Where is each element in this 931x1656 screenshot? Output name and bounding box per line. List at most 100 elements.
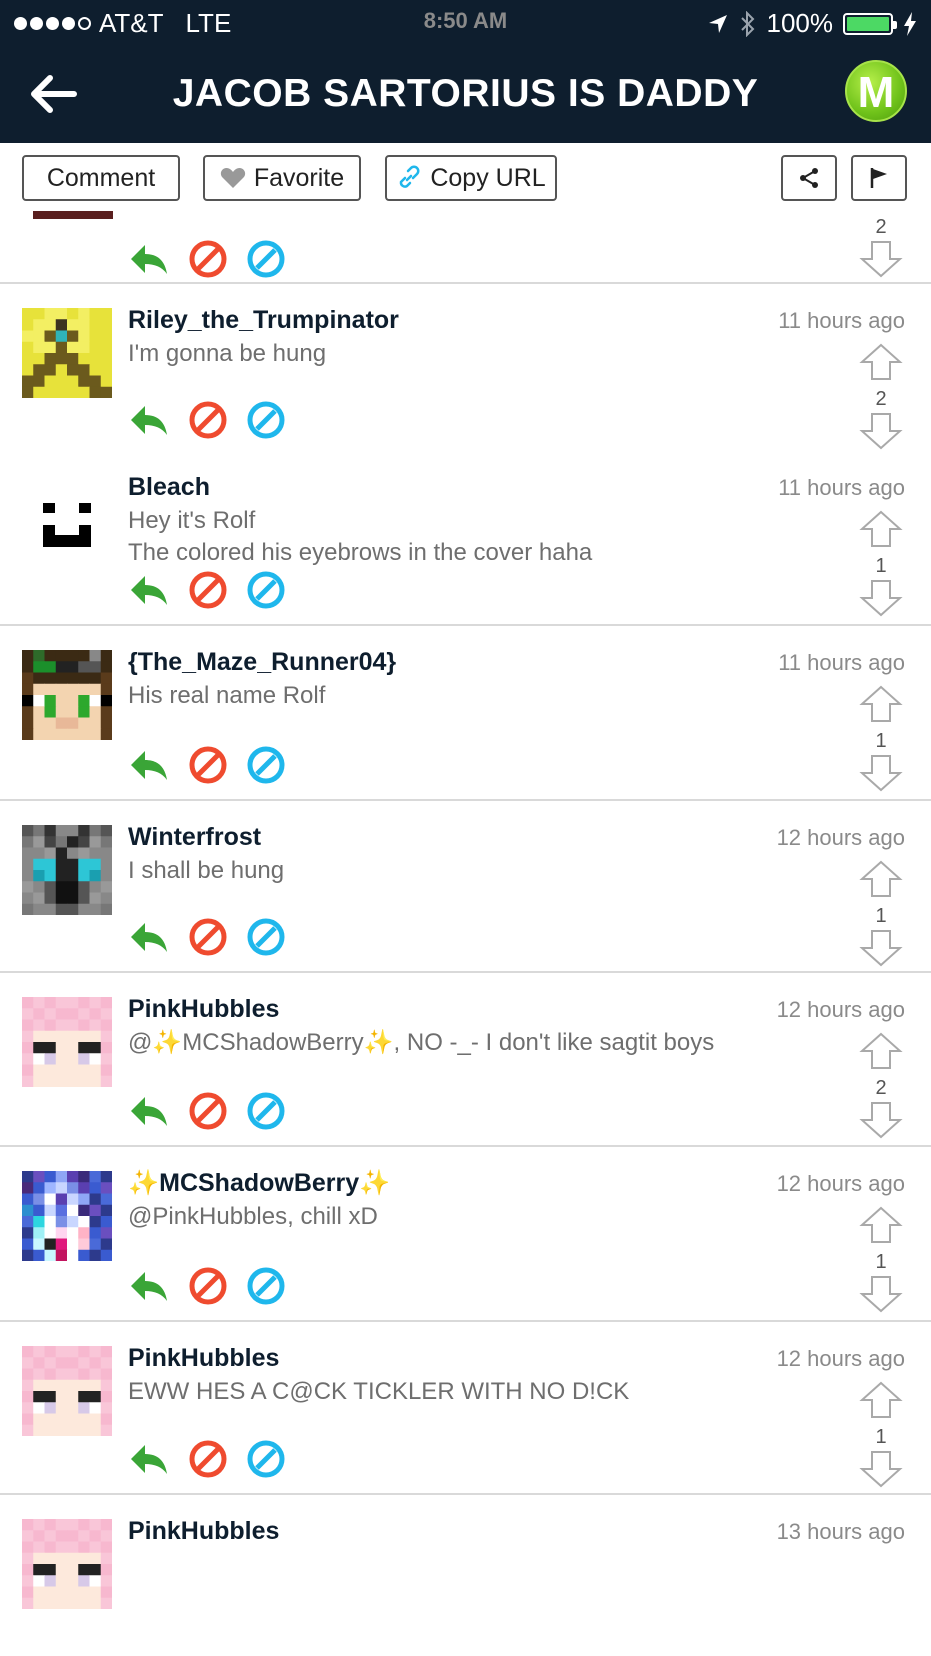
comment-username[interactable]: {The_Maze_Runner04}: [128, 648, 396, 677]
battery-icon: [843, 12, 897, 35]
comment-username[interactable]: PinkHubbles: [128, 1517, 279, 1546]
favorite-button[interactable]: Favorite: [203, 155, 361, 201]
block-user-icon[interactable]: [188, 570, 228, 610]
link-icon: [400, 165, 420, 188]
upvote-arrow-icon[interactable]: [859, 859, 903, 899]
vote-count: 2: [875, 216, 887, 238]
block-user-icon[interactable]: [188, 917, 228, 957]
comment-row: PinkHubbles 12 hours ago EWW HES A C@CK TI…: [0, 1322, 931, 1495]
ignore-user-icon[interactable]: [246, 570, 286, 610]
avatar[interactable]: [22, 308, 112, 398]
avatar[interactable]: [22, 1171, 112, 1261]
block-user-icon[interactable]: [188, 1091, 228, 1131]
block-user-icon[interactable]: [188, 239, 228, 279]
downvote-arrow-icon[interactable]: [859, 1100, 903, 1140]
comment-actions: [128, 1266, 286, 1306]
downvote-arrow-icon[interactable]: [859, 1449, 903, 1489]
reply-icon[interactable]: [128, 241, 170, 277]
comment-button[interactable]: Comment: [22, 155, 180, 201]
vote-control: 1: [859, 1380, 903, 1494]
comment-timestamp: 12 hours ago: [776, 997, 905, 1022]
share-button[interactable]: [781, 155, 837, 201]
ignore-user-icon[interactable]: [246, 1091, 286, 1131]
vote-count: 1: [875, 905, 887, 927]
report-flag-button[interactable]: [851, 155, 907, 201]
avatar[interactable]: [22, 475, 112, 565]
downvote-arrow-icon[interactable]: [859, 753, 903, 793]
comment-username[interactable]: Riley_the_Trumpinator: [128, 306, 399, 335]
upvote-arrow-icon[interactable]: [859, 509, 903, 549]
ignore-user-icon[interactable]: [246, 1266, 286, 1306]
vote-count: 2: [875, 388, 887, 410]
app-logo-button[interactable]: M: [845, 60, 907, 122]
comment-row: {The_Maze_Runner04} 11 hours ago His real …: [0, 626, 931, 801]
comment-actions: [128, 570, 286, 610]
comment-timestamp: 11 hours ago: [778, 650, 905, 675]
ignore-user-icon[interactable]: [246, 239, 286, 279]
avatar[interactable]: [22, 1519, 112, 1609]
location-arrow-icon: [708, 14, 727, 33]
vote-count: 2: [875, 1077, 887, 1099]
avatar[interactable]: [22, 650, 112, 740]
battery-percent: 100%: [766, 8, 834, 38]
comment-actions: [128, 745, 286, 785]
comment-row: Bleach 11 hours ago Hey it's Rolf The color…: [0, 451, 931, 626]
comment-timestamp: 12 hours ago: [776, 1171, 905, 1196]
comment-username[interactable]: ✨MCShadowBerry✨: [128, 1169, 390, 1198]
bluetooth-icon: [740, 10, 754, 37]
vote-control: 1: [859, 684, 903, 798]
comment-button-label: Comment: [46, 163, 156, 192]
share-icon: [800, 168, 818, 188]
reply-icon[interactable]: [128, 572, 170, 608]
reply-icon[interactable]: [128, 1441, 170, 1477]
copy-url-button-label: Copy URL: [430, 163, 546, 192]
comment-text: I'm gonna be hung: [128, 340, 327, 367]
reply-icon[interactable]: [128, 919, 170, 955]
comment-text: @PinkHubbles, chill xD: [128, 1203, 378, 1230]
upvote-arrow-icon[interactable]: [859, 1380, 903, 1420]
upvote-arrow-icon[interactable]: [859, 1205, 903, 1245]
comment-row-partial: 2: [0, 211, 931, 284]
ignore-user-icon[interactable]: [246, 917, 286, 957]
comment-row: Riley_the_Trumpinator 11 hours ago I'm gon…: [0, 284, 931, 456]
comment-timestamp: 12 hours ago: [776, 825, 905, 850]
block-user-icon[interactable]: [188, 1266, 228, 1306]
downvote-arrow-icon[interactable]: [859, 928, 903, 968]
downvote-arrow-icon[interactable]: [859, 578, 903, 618]
block-user-icon[interactable]: [188, 745, 228, 785]
action-toolbar: Comment Favorite Copy URL: [0, 143, 931, 213]
upvote-arrow-icon[interactable]: [859, 342, 903, 382]
comment-username[interactable]: PinkHubbles: [128, 1344, 279, 1373]
avatar[interactable]: [22, 1346, 112, 1436]
avatar[interactable]: [22, 825, 112, 915]
comment-username[interactable]: Bleach: [128, 473, 210, 502]
downvote-arrow-icon[interactable]: [859, 411, 903, 451]
block-user-icon[interactable]: [188, 400, 228, 440]
upvote-arrow-icon[interactable]: [859, 1031, 903, 1071]
comment-actions: [128, 239, 286, 279]
comment-username[interactable]: PinkHubbles: [128, 995, 279, 1024]
comment-text: @✨MCShadowBerry✨, NO -_- I don't like sa…: [128, 1029, 715, 1056]
heart-icon: [220, 168, 245, 188]
vote-count: 1: [875, 1251, 887, 1273]
downvote-arrow-icon[interactable]: [859, 1274, 903, 1314]
app-screen: AT&T LTE 8:50 AM 100% JACOB SARTORIUS IS…: [0, 0, 931, 1656]
reply-icon[interactable]: [128, 747, 170, 783]
ignore-user-icon[interactable]: [246, 400, 286, 440]
vote-control: 2: [859, 1031, 903, 1145]
comment-actions: [128, 917, 286, 957]
comment-actions: [128, 400, 286, 440]
reply-icon[interactable]: [128, 1268, 170, 1304]
ignore-user-icon[interactable]: [246, 1439, 286, 1479]
flag-icon: [870, 168, 887, 188]
avatar[interactable]: [22, 997, 112, 1087]
comment-row: Winterfrost 12 hours ago I shall be hung 1: [0, 801, 931, 973]
downvote-arrow-icon[interactable]: [859, 239, 903, 279]
reply-icon[interactable]: [128, 402, 170, 438]
block-user-icon[interactable]: [188, 1439, 228, 1479]
upvote-arrow-icon[interactable]: [859, 684, 903, 724]
reply-icon[interactable]: [128, 1093, 170, 1129]
comment-username[interactable]: Winterfrost: [128, 823, 261, 852]
copy-url-button[interactable]: Copy URL: [385, 155, 557, 201]
ignore-user-icon[interactable]: [246, 745, 286, 785]
